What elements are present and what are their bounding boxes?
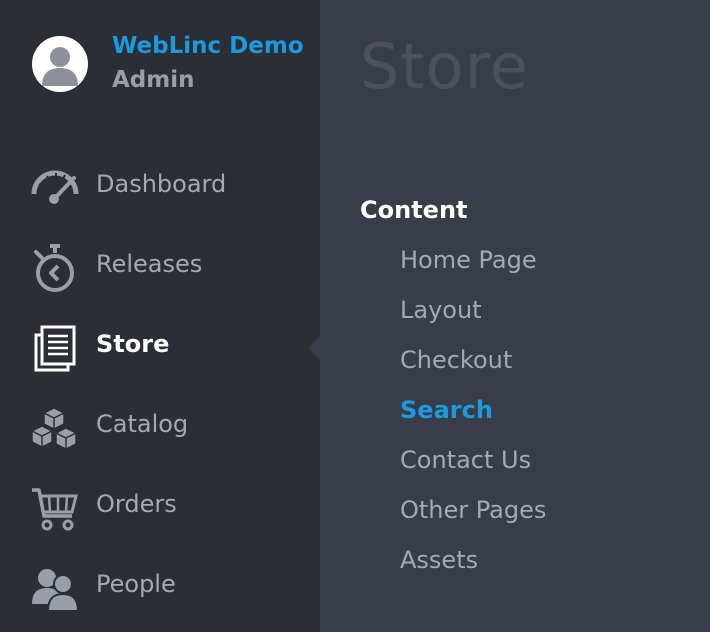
boxes-icon: [30, 404, 80, 450]
nav-item-orders[interactable]: Orders: [0, 476, 320, 536]
sidebar: WebLinc Demo Admin Dashboard Releases St…: [0, 0, 320, 632]
account-name[interactable]: WebLinc Demo: [112, 33, 304, 59]
dashboard-gauge-icon: [30, 164, 80, 210]
subnav-item-search[interactable]: Search: [400, 396, 493, 424]
nav-label-orders: Orders: [96, 490, 177, 518]
nav-label-releases: Releases: [96, 250, 203, 278]
nav-item-store[interactable]: Store: [0, 316, 320, 376]
subnav-item-contact-us[interactable]: Contact Us: [400, 446, 531, 474]
subnav-item-other-pages[interactable]: Other Pages: [400, 496, 546, 524]
documents-icon: [30, 324, 80, 372]
section-heading-content: Content: [360, 196, 468, 224]
stopwatch-icon: [30, 244, 80, 292]
nav-item-people[interactable]: People: [0, 556, 320, 616]
shopping-cart-icon: [30, 484, 80, 531]
nav-item-dashboard[interactable]: Dashboard: [0, 156, 320, 216]
nav-label-store: Store: [96, 330, 170, 358]
page-title: Store: [360, 30, 529, 103]
nav-label-people: People: [96, 570, 176, 598]
nav-item-releases[interactable]: Releases: [0, 236, 320, 296]
subnav-item-assets[interactable]: Assets: [400, 546, 478, 574]
nav-label-dashboard: Dashboard: [96, 170, 227, 198]
account-role: Admin: [112, 67, 195, 93]
subnav-item-layout[interactable]: Layout: [400, 296, 482, 324]
subnav-item-home-page[interactable]: Home Page: [400, 246, 537, 274]
nav-label-catalog: Catalog: [96, 410, 189, 438]
user-silhouette-icon: [42, 47, 78, 86]
people-icon: [30, 564, 80, 612]
subnav-item-checkout[interactable]: Checkout: [400, 346, 512, 374]
active-item-pointer: [308, 336, 320, 360]
avatar[interactable]: [32, 36, 88, 92]
nav-item-catalog[interactable]: Catalog: [0, 396, 320, 456]
